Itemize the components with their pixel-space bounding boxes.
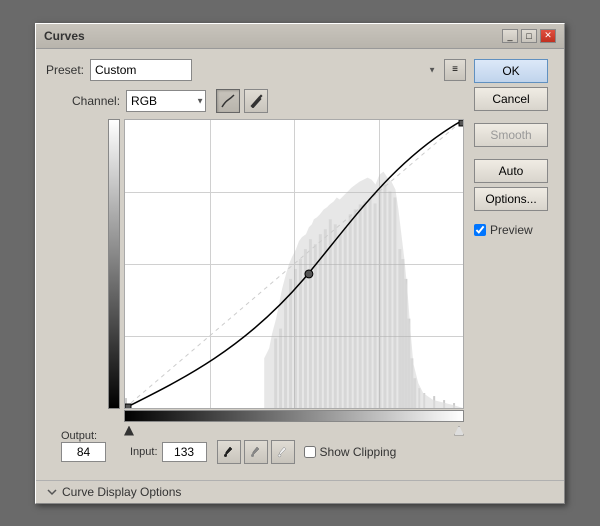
input-input[interactable] <box>162 442 207 462</box>
output-col: Output: <box>46 119 106 464</box>
left-panel: Preset: CustomDefaultStrong ContrastLine… <box>46 59 466 464</box>
show-clipping-label: Show Clipping <box>320 445 397 459</box>
auto-button[interactable]: Auto <box>474 159 548 183</box>
white-eyedropper-button[interactable] <box>271 440 295 464</box>
curve-display-options-button[interactable]: Curve Display Options <box>46 485 181 499</box>
preset-label: Preset: <box>46 63 84 77</box>
show-clipping-checkbox[interactable] <box>304 446 316 458</box>
curve-display-label: Curve Display Options <box>62 485 181 499</box>
curve-canvas[interactable] <box>124 119 464 409</box>
dialog-content: Preset: CustomDefaultStrong ContrastLine… <box>36 49 564 474</box>
title-bar: Curves _ □ ✕ <box>36 24 564 49</box>
black-slider-thumb[interactable] <box>124 426 134 436</box>
spacer1 <box>474 115 554 119</box>
spacer3 <box>474 215 554 219</box>
pencil-icon <box>249 94 263 108</box>
right-panel: OK Cancel Smooth Auto Options... Preview <box>474 59 554 464</box>
preset-arrow-icon: ▼ <box>428 65 436 74</box>
curve-tool-button[interactable] <box>216 89 240 113</box>
preset-options-button[interactable]: ≡ <box>444 59 466 81</box>
v-grad-bar <box>108 119 122 409</box>
channel-select-wrapper: RGB Red Green Blue ▼ <box>126 90 206 112</box>
preset-row: Preset: CustomDefaultStrong ContrastLine… <box>46 59 466 81</box>
pencil-tool-button[interactable] <box>244 89 268 113</box>
cancel-button[interactable]: Cancel <box>474 87 548 111</box>
preview-row: Preview <box>474 223 554 237</box>
vertical-gradient-bar <box>108 119 120 409</box>
curve-main-col: Input: <box>108 119 464 464</box>
options-button[interactable]: Options... <box>474 187 548 211</box>
ok-button[interactable]: OK <box>474 59 548 83</box>
dialog-title: Curves <box>44 29 85 43</box>
bottom-row: Curve Display Options <box>36 480 564 503</box>
curve-icon <box>221 94 235 108</box>
title-bar-buttons: _ □ ✕ <box>502 29 556 43</box>
close-button[interactable]: ✕ <box>540 29 556 43</box>
output-text-label: Output: <box>61 430 106 442</box>
show-clipping-row: Show Clipping <box>304 445 397 459</box>
preview-checkbox[interactable] <box>474 224 486 236</box>
curves-dialog: Curves _ □ ✕ Preset: CustomDefaultStrong… <box>35 23 565 504</box>
preset-select-wrapper: CustomDefaultStrong ContrastLinear Contr… <box>90 59 438 81</box>
gray-eyedropper-icon <box>250 446 262 458</box>
input-text-label: Input: <box>130 446 158 458</box>
h-grad-row <box>124 410 464 422</box>
white-slider-thumb[interactable] <box>454 426 464 436</box>
chevron-icon <box>46 486 58 498</box>
minimize-button[interactable]: _ <box>502 29 518 43</box>
eyedroppers-section: Show Clipping <box>217 440 397 464</box>
slider-area <box>124 422 464 436</box>
preview-label: Preview <box>490 223 533 237</box>
maximize-button[interactable]: □ <box>521 29 537 43</box>
tools-row <box>216 89 268 113</box>
curve-svg <box>125 120 463 408</box>
channel-row: Channel: RGB Red Green Blue ▼ <box>46 89 466 113</box>
canvas-row <box>108 119 464 409</box>
gray-eyedropper-button[interactable] <box>244 440 268 464</box>
bottom-input-row: Input: <box>130 440 464 464</box>
black-eyedropper-button[interactable] <box>217 440 241 464</box>
preset-select[interactable]: CustomDefaultStrong ContrastLinear Contr… <box>90 59 192 81</box>
input-value-section: Input: <box>130 442 207 462</box>
smooth-button[interactable]: Smooth <box>474 123 548 147</box>
horizontal-gradient-bar <box>124 410 464 422</box>
black-eyedropper-icon <box>223 446 235 458</box>
channel-select[interactable]: RGB Red Green Blue <box>126 90 206 112</box>
channel-label: Channel: <box>72 94 120 108</box>
spacer2 <box>474 151 554 155</box>
output-input[interactable] <box>61 442 106 462</box>
curve-section: Output: <box>46 119 466 464</box>
white-eyedropper-icon <box>277 446 289 458</box>
output-section: Output: <box>61 430 106 462</box>
